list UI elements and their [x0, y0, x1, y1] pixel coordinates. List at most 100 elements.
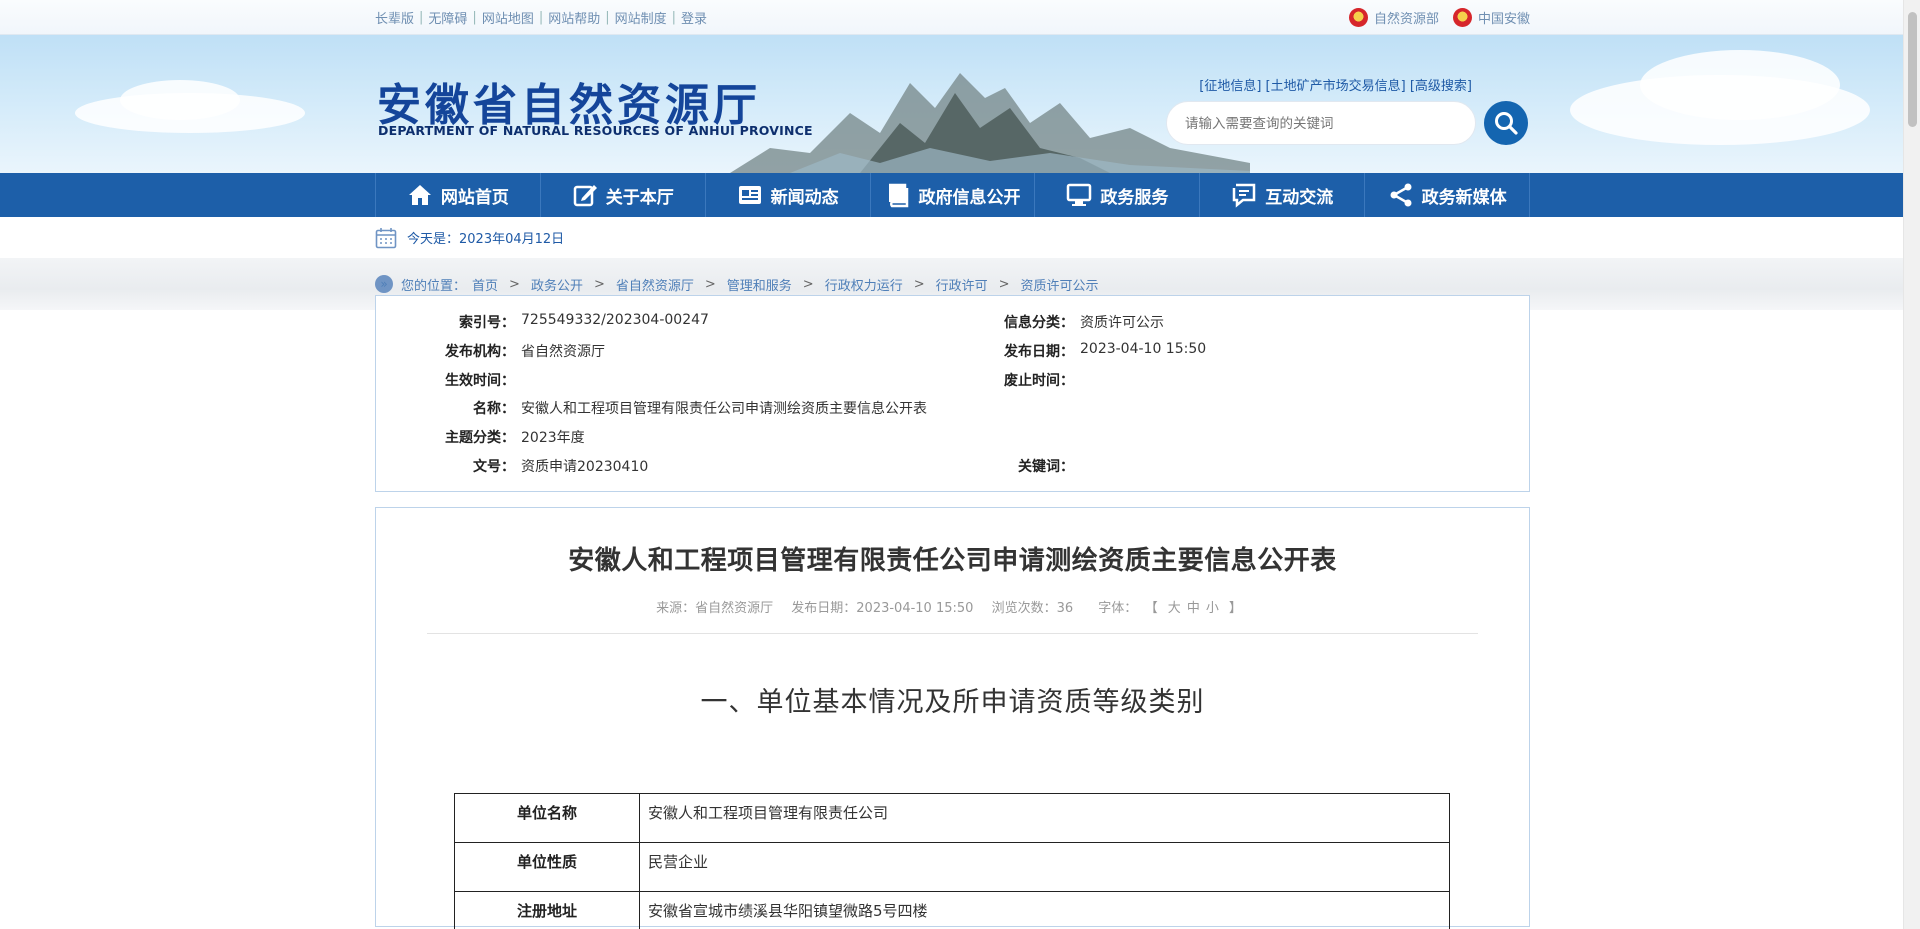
expire-row: 废止时间： [936, 370, 1080, 390]
breadcrumb-item-admin-license[interactable]: 行政许可 [936, 275, 988, 294]
font-size-label: 字体： [1098, 601, 1138, 616]
separator: | [605, 10, 610, 25]
docno-row: 文号： 资质申请20230410 [376, 456, 648, 476]
elder-mode-link[interactable]: 长辈版 [375, 8, 414, 27]
top-bar: 长辈版 | 无障碍 | 网站地图 | 网站帮助 | 网站制度 | 登录 自然资源部 中国安… [0, 0, 1920, 35]
breadcrumb-item-management[interactable]: 管理和服务 [727, 275, 792, 294]
search-input[interactable] [1166, 101, 1476, 145]
china-anhui-link-label[interactable]: 中国安徽 [1478, 8, 1530, 27]
land-mineral-market-link[interactable]: [土地矿产市场交易信息] [1266, 79, 1406, 94]
article-pubdate: 发布日期：2023-04-10 15:50 [791, 601, 974, 616]
table-cell-value: 安徽省宣城市绩溪县华阳镇望微路5号四楼 [639, 891, 1450, 929]
national-emblem-icon [1348, 8, 1368, 27]
expire-label: 废止时间： [1004, 373, 1074, 389]
breadcrumb-item-qualification[interactable]: 资质许可公示 [1021, 275, 1099, 294]
edit-icon [572, 182, 598, 208]
breadcrumb-item-gov-affairs[interactable]: 政务公开 [531, 275, 583, 294]
page-scrollbar[interactable] [1903, 0, 1920, 929]
name-label: 名称： [473, 401, 515, 417]
nav-home-label: 网站首页 [440, 187, 509, 208]
nav-gov-service[interactable]: 政务服务 [1034, 173, 1199, 217]
info-table: 单位名称 安徽人和工程项目管理有限责任公司 单位性质 民营企业 注册地址 安徽省… [454, 793, 1450, 929]
font-size-large[interactable]: 大 [1168, 601, 1181, 616]
publisher-row: 发布机构： 省自然资源厅 [376, 341, 605, 361]
chat-icon [1231, 182, 1257, 208]
separator: | [472, 10, 477, 25]
font-size-medium[interactable]: 中 [1187, 601, 1200, 616]
nav-home[interactable]: 网站首页 [375, 173, 540, 217]
effective-row: 生效时间： [376, 370, 521, 390]
pubdate-row: 发布日期： 2023-04-10 15:50 [936, 341, 1206, 361]
header-banner: 安徽省自然资源厅 DEPARTMENT OF NATURAL RESOURCES… [0, 35, 1920, 173]
article-meta: 来源：省自然资源厅 发布日期：2023-04-10 15:50 浏览次数：36 … [376, 597, 1529, 616]
index-value: 725549332/202304-00247 [521, 312, 709, 328]
pubdate-value: 2023-04-10 15:50 [1080, 341, 1207, 357]
nav-new-media[interactable]: 政务新媒体 [1364, 173, 1531, 217]
keywords-row: 关键词： [936, 456, 1080, 476]
table-row: 单位名称 安徽人和工程项目管理有限责任公司 [454, 793, 1450, 843]
font-size-small[interactable]: 小 [1206, 601, 1219, 616]
breadcrumb-item-home[interactable]: 首页 [472, 275, 498, 294]
share-icon [1388, 182, 1414, 208]
table-cell-value: 安徽人和工程项目管理有限责任公司 [639, 793, 1450, 843]
nav-gov-info[interactable]: 政府信息公开 [869, 173, 1035, 217]
quick-links: [征地信息] [土地矿产市场交易信息] [高级搜索] [1199, 75, 1472, 94]
search-button[interactable] [1484, 101, 1528, 145]
index-row: 索引号： 725549332/202304-00247 [376, 312, 709, 332]
nav-gov-info-label: 政府信息公开 [918, 187, 1021, 208]
scrollbar-thumb[interactable] [1908, 12, 1917, 127]
cloud-decoration [120, 80, 240, 120]
name-row: 名称： 安徽人和工程项目管理有限责任公司申请测绘资质主要信息公开表 [376, 398, 927, 418]
separator: | [419, 10, 424, 25]
nav-new-media-label: 政务新媒体 [1421, 187, 1507, 208]
site-rules-link[interactable]: 网站制度 [615, 8, 667, 27]
nav-news[interactable]: 新闻动态 [704, 173, 870, 217]
nav-gov-service-label: 政务服务 [1100, 187, 1169, 208]
name-value: 安徽人和工程项目管理有限责任公司申请测绘资质主要信息公开表 [521, 401, 927, 417]
land-acquisition-link[interactable]: [征地信息] [1199, 79, 1261, 94]
sitemap-link[interactable]: 网站地图 [482, 8, 534, 27]
cloud-decoration [1640, 50, 1840, 120]
article-title: 安徽人和工程项目管理有限责任公司申请测绘资质主要信息公开表 [568, 546, 1337, 576]
nav-interaction-label: 互动交流 [1265, 187, 1334, 208]
separator: | [671, 10, 677, 25]
nav-about[interactable]: 关于本厅 [539, 173, 705, 217]
font-size-bracket: 【 [1151, 601, 1158, 616]
docno-value: 资质申请20230410 [521, 459, 649, 475]
theme-value: 2023年度 [521, 430, 585, 446]
metadata-panel: 索引号： 725549332/202304-00247 发布机构： 省自然资源厅… [375, 295, 1530, 492]
breadcrumb-prefix: 您的位置： [401, 278, 467, 294]
ministry-link-label[interactable]: 自然资源部 [1374, 8, 1439, 27]
help-link[interactable]: 网站帮助 [548, 8, 600, 27]
top-right-links: 自然资源部 中国安徽 [1348, 8, 1530, 27]
main-nav: 网站首页 关于本厅 新闻动态 政府信息公开 政务服务 互动交流 政务新媒体 [0, 173, 1920, 217]
double-chevron-icon: » [375, 275, 393, 293]
national-emblem-icon [1452, 8, 1472, 27]
table-cell-key: 注册地址 [454, 891, 640, 929]
separator: | [538, 10, 544, 25]
login-link[interactable]: 登录 [681, 8, 707, 27]
divider [427, 633, 1478, 634]
index-label: 索引号： [459, 315, 515, 331]
article-views: 浏览次数：36 [991, 601, 1074, 616]
news-icon [737, 182, 763, 208]
nav-about-label: 关于本厅 [605, 187, 674, 208]
category-label: 信息分类： [1004, 315, 1074, 331]
nav-interaction[interactable]: 互动交流 [1199, 173, 1364, 217]
advanced-search-link[interactable]: [高级搜索] [1410, 79, 1472, 94]
site-logo-subtitle: DEPARTMENT OF NATURAL RESOURCES OF ANHUI… [378, 123, 813, 138]
publisher-label: 发布机构： [445, 344, 515, 360]
ministry-link[interactable]: 自然资源部 [1348, 8, 1439, 27]
pubdate-label: 发布日期： [1004, 344, 1074, 360]
font-size-bracket: 】 [1228, 601, 1242, 616]
section-heading: 一、单位基本情况及所申请资质等级类别 [700, 687, 1205, 718]
nav-news-label: 新闻动态 [770, 187, 839, 208]
breadcrumb-item-department[interactable]: 省自然资源厅 [616, 275, 694, 294]
article-panel: 安徽人和工程项目管理有限责任公司申请测绘资质主要信息公开表 来源：省自然资源厅 … [375, 507, 1530, 929]
breadcrumb-item-admin-power[interactable]: 行政权力运行 [825, 275, 903, 294]
table-row: 注册地址 安徽省宣城市绩溪县华阳镇望微路5号四楼 [454, 891, 1450, 929]
theme-label: 主题分类： [445, 430, 515, 446]
china-anhui-link[interactable]: 中国安徽 [1452, 8, 1530, 27]
accessibility-link[interactable]: 无障碍 [428, 8, 467, 27]
font-size-switcher: 字体： 【大中小】 [1091, 601, 1249, 616]
